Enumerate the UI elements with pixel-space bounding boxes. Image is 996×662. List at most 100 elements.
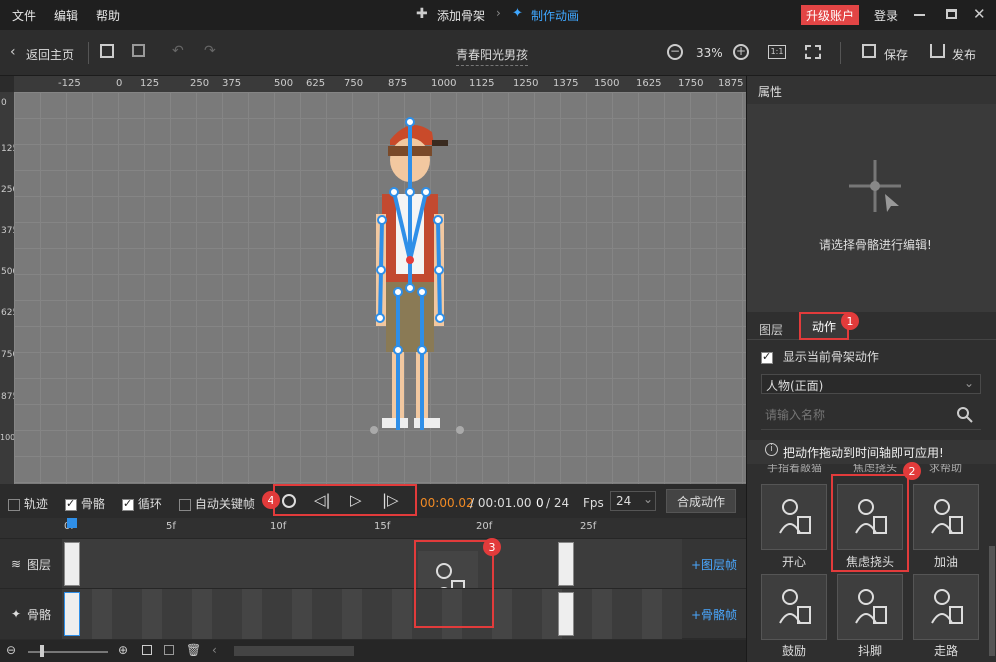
slider-handle[interactable]: [40, 645, 44, 657]
search-input[interactable]: [765, 408, 945, 422]
fps-value: 24: [616, 494, 632, 508]
bone-option[interactable]: 骨骼: [65, 495, 105, 512]
category-select[interactable]: 人物(正面) ⌄: [761, 374, 981, 394]
ruler-label: 1000: [431, 78, 457, 89]
redo-icon[interactable]: ↷: [204, 43, 216, 59]
chevron-left-icon[interactable]: ‹: [212, 643, 217, 657]
keyframe-thumbnail[interactable]: [64, 592, 80, 636]
apply-hint: 把动作拖动到时间轴即可应用!: [783, 446, 944, 460]
track-option[interactable]: 轨迹: [8, 495, 48, 512]
show-current-checkbox[interactable]: [761, 350, 773, 364]
bone-checkbox[interactable]: [65, 497, 77, 511]
fit-screen-icon[interactable]: [805, 45, 821, 59]
track-checkbox[interactable]: [8, 498, 20, 511]
back-button[interactable]: 返回主页: [26, 46, 74, 63]
bone-track-body[interactable]: [62, 589, 682, 639]
show-current-row[interactable]: 显示当前骨架动作: [761, 348, 879, 365]
action-card[interactable]: [837, 484, 903, 550]
auto-key-checkbox[interactable]: [179, 498, 191, 511]
layers-icon: ≋: [10, 557, 22, 571]
tab-add-skeleton[interactable]: 添加骨架: [437, 7, 485, 24]
add-frame-icon[interactable]: [100, 44, 114, 58]
paste-frame-icon[interactable]: [164, 645, 174, 655]
chevron-right-icon: ›: [496, 6, 501, 20]
playhead[interactable]: [67, 518, 77, 528]
toolbar: ‹ 返回主页 ↶ ↷ 青春阳光男孩 − 33% + 1:1 保存 发布: [0, 30, 996, 76]
zoom-in-icon[interactable]: ⊕: [118, 643, 128, 657]
tab-layers[interactable]: 图层: [759, 321, 783, 338]
menu-help[interactable]: 帮助: [96, 7, 120, 24]
add-bone-frame-button[interactable]: +骨骼帧: [682, 589, 746, 639]
next-frame-icon[interactable]: |▷: [382, 491, 399, 509]
loop-option[interactable]: 循环: [122, 495, 162, 512]
save-icon: [862, 44, 876, 58]
menu-edit[interactable]: 编辑: [54, 7, 78, 24]
horizontal-ruler: -125 0 125 250 375 500 625 750 875 1000 …: [14, 76, 746, 92]
timeline-controls: 轨迹 骨骼 循环 自动关键帧 4 ◁| ▷ |▷ 00:00.02 / 00:0…: [0, 484, 746, 518]
annotation-badge: 1: [841, 312, 859, 330]
loop-checkbox[interactable]: [122, 497, 134, 511]
copy-icon[interactable]: [132, 44, 145, 57]
properties-title: 属性: [758, 85, 783, 99]
action-card[interactable]: [913, 574, 979, 640]
undo-icon[interactable]: ↶: [172, 43, 184, 59]
publish-button[interactable]: 发布: [952, 46, 976, 63]
layer-track-body[interactable]: [62, 539, 682, 611]
action-card[interactable]: [761, 574, 827, 640]
save-button[interactable]: 保存: [884, 46, 908, 63]
keyframe-thumbnail[interactable]: [558, 592, 574, 636]
menu-file[interactable]: 文件: [12, 7, 36, 24]
character-skeleton[interactable]: [370, 110, 470, 440]
ruler-label: 1625: [636, 78, 662, 89]
auto-key-label: 自动关键帧: [194, 497, 255, 511]
chevron-down-icon: ⌄: [643, 492, 654, 506]
horizontal-scrollbar[interactable]: [234, 646, 354, 656]
actual-size-icon[interactable]: 1:1: [768, 45, 786, 59]
minimize-icon[interactable]: [914, 14, 925, 16]
fps-select[interactable]: 24 ⌄: [610, 491, 656, 511]
total-frames: / 24: [546, 496, 570, 510]
add-layer-frame-button[interactable]: +图层帧: [682, 539, 746, 589]
action-label-partial: 手指着敲猫: [767, 464, 822, 474]
compose-button[interactable]: 合成动作: [666, 489, 736, 513]
play-icon[interactable]: ▷: [350, 491, 362, 509]
search-box[interactable]: [761, 404, 981, 430]
bone-track-name: 骨骼: [27, 607, 52, 622]
tick-label: 15f: [374, 521, 391, 532]
login-link[interactable]: 登录: [874, 7, 898, 24]
ruler-label: 1125: [469, 78, 495, 89]
info-icon: i: [765, 443, 778, 456]
scrollbar[interactable]: [989, 546, 995, 656]
copy-frame-icon[interactable]: [142, 645, 152, 655]
zoom-out-icon[interactable]: −: [667, 44, 683, 60]
action-card[interactable]: [837, 574, 903, 640]
timeline-ruler: 0f 5f 10f 15f 20f 25f: [0, 518, 746, 538]
action-card[interactable]: [913, 484, 979, 550]
stage-canvas[interactable]: [14, 92, 746, 484]
zoom-out-icon[interactable]: ⊖: [6, 643, 16, 657]
maximize-icon[interactable]: [946, 9, 957, 19]
search-icon[interactable]: [957, 407, 973, 423]
ruler-label: 1750: [678, 78, 704, 89]
figure-icon: [855, 589, 887, 624]
layer-track-label: ≋ 图层: [0, 539, 62, 589]
action-card[interactable]: [761, 484, 827, 550]
action-label-partial: 求帮助: [929, 464, 962, 474]
ruler-label: 625: [306, 78, 326, 89]
keyframe-thumbnail[interactable]: [558, 542, 574, 586]
delete-icon[interactable]: 🗑: [186, 643, 201, 657]
keyframe-thumbnail[interactable]: [64, 542, 80, 586]
project-title[interactable]: 青春阳光男孩: [456, 46, 529, 66]
prev-frame-icon[interactable]: ◁|: [314, 491, 331, 509]
tab-make-animation[interactable]: 制作动画: [531, 7, 579, 24]
ruler-label: 125: [140, 78, 160, 89]
record-icon[interactable]: [282, 494, 296, 508]
auto-key-option[interactable]: 自动关键帧: [179, 495, 255, 512]
upgrade-button[interactable]: 升级账户: [801, 5, 859, 25]
close-icon[interactable]: ✕: [973, 5, 986, 23]
run-icon: ✦: [512, 6, 523, 21]
zoom-in-icon[interactable]: +: [733, 44, 749, 60]
vertical-ruler: 0 125 250 375 500 625 750 875 1000: [0, 92, 20, 484]
figure-icon: [855, 499, 887, 534]
ruler-label: 0: [1, 98, 7, 108]
